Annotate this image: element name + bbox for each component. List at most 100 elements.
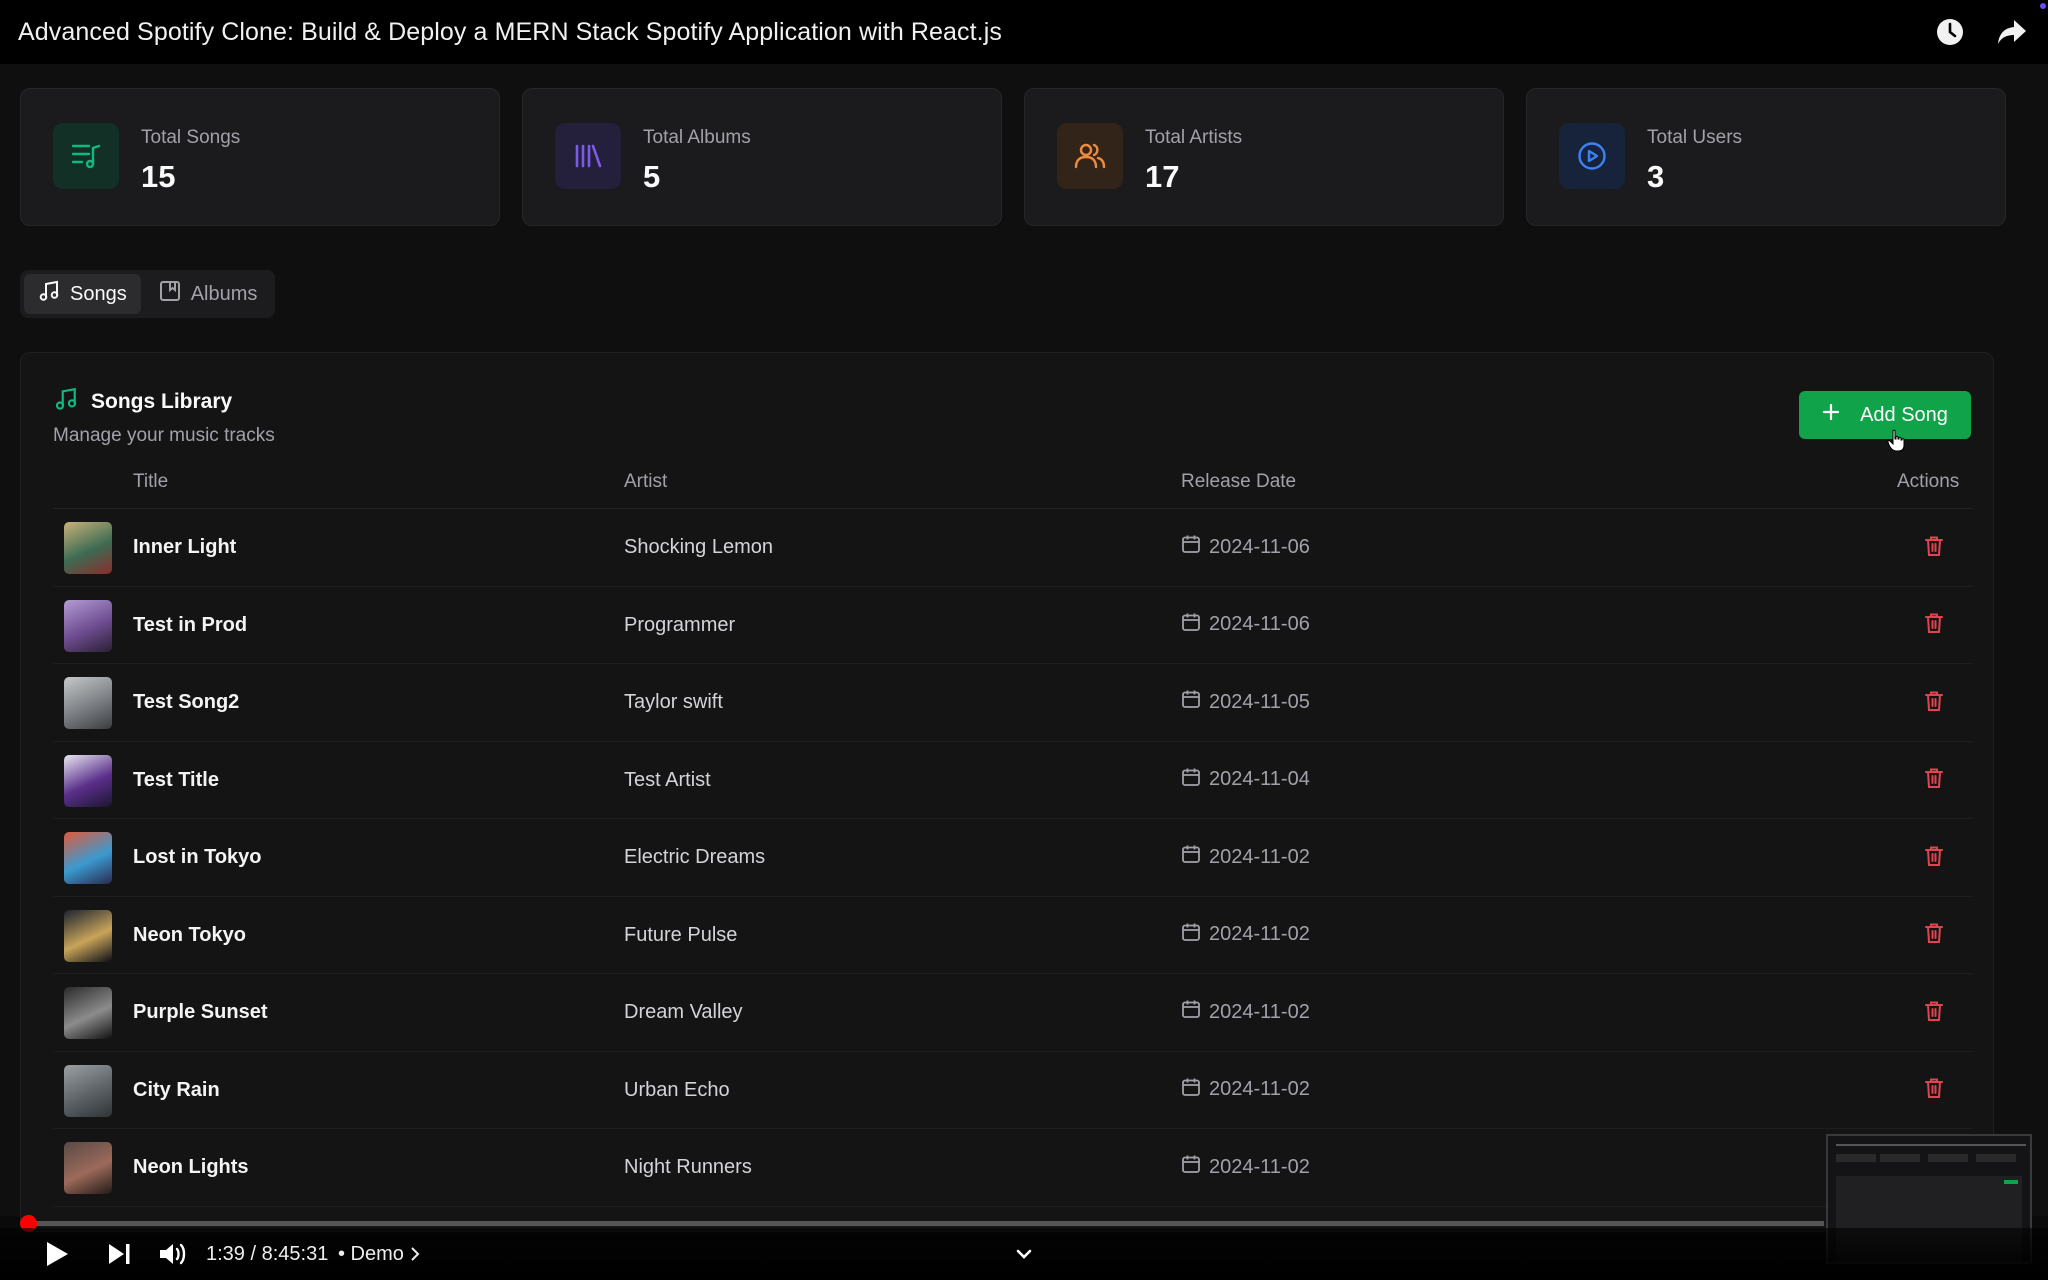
next-icon[interactable]	[106, 1238, 132, 1270]
song-title: Inner Light	[133, 536, 237, 558]
time-text: 1:39 / 8:45:31	[206, 1242, 329, 1265]
table-row[interactable]: Neon Tokyo Future Pulse 2024-11-02	[53, 897, 1973, 974]
song-title: City Rain	[133, 1078, 220, 1101]
release-date: 2024-11-06	[1181, 612, 1310, 638]
plus-icon	[1822, 403, 1840, 427]
stat-card-albums: Total Albums 5	[522, 88, 1002, 226]
notification-dot	[2040, 3, 2046, 9]
table-row[interactable]: City Rain Urban Echo 2024-11-02	[53, 1052, 1973, 1129]
calendar-icon	[1181, 534, 1201, 560]
release-date: 2024-11-04	[1181, 767, 1310, 793]
chevron-down-icon[interactable]	[1014, 1238, 1034, 1270]
library-title: Songs Library	[53, 387, 275, 417]
video-title-bar: Advanced Spotify Clone: Build & Deploy a…	[0, 0, 2048, 64]
column-artist[interactable]: Artist	[624, 471, 667, 493]
album-cover-image	[64, 1142, 112, 1194]
album-cover-image	[64, 909, 112, 962]
trash-icon	[1924, 1077, 1944, 1104]
trash-icon	[1924, 690, 1944, 717]
album-cover-image	[64, 832, 112, 884]
table-row[interactable]: Test Title Test Artist 2024-11-04	[53, 742, 1973, 819]
calendar-icon	[1181, 999, 1201, 1025]
song-title: Test Title	[133, 768, 219, 791]
delete-song-button[interactable]	[1922, 535, 1946, 561]
play-icon[interactable]	[44, 1238, 70, 1270]
stat-value: 3	[1647, 159, 1665, 194]
table-row[interactable]: Test in Prod Programmer 2024-11-06	[53, 587, 1973, 664]
release-date-text: 2024-11-05	[1209, 690, 1310, 713]
tab-label: Songs	[70, 282, 127, 305]
stat-value: 17	[1145, 159, 1180, 194]
stat-card-users: Total Users 3	[1526, 88, 2006, 226]
song-artist: Programmer	[624, 613, 736, 636]
stat-value: 15	[141, 159, 176, 194]
release-date-text: 2024-11-02	[1209, 845, 1310, 868]
stat-card-artists: Total Artists 17	[1024, 88, 1504, 226]
calendar-icon	[1181, 767, 1201, 793]
video-progress-bar[interactable]	[28, 1221, 1824, 1226]
tab-label: Albums	[190, 282, 258, 305]
calendar-icon	[1181, 1077, 1201, 1103]
share-icon[interactable]	[1994, 14, 2030, 50]
table-row[interactable]: Neon Lights Night Runners 2024-11-02	[53, 1129, 1973, 1207]
song-artist: Taylor swift	[624, 691, 723, 713]
song-title: Purple Sunset	[133, 1001, 268, 1023]
table-row[interactable]: Lost in Tokyo Electric Dreams 2024-11-02	[53, 819, 1973, 897]
hand-cursor-icon	[1887, 429, 1907, 458]
release-date: 2024-11-06	[1181, 534, 1310, 560]
table-row[interactable]: Purple Sunset Dream Valley 2024-11-02	[53, 974, 1973, 1052]
trash-icon	[1924, 612, 1944, 639]
stat-label: Total Songs	[141, 127, 241, 148]
delete-song-button[interactable]	[1922, 1000, 1946, 1026]
release-date-text: 2024-11-02	[1209, 1078, 1310, 1100]
song-title: Test Song2	[133, 691, 240, 713]
tab-albums[interactable]: Albums	[145, 274, 272, 314]
song-artist: Future Pulse	[624, 923, 738, 946]
song-artist: Night Runners	[624, 1156, 752, 1178]
play-circle-icon	[1559, 123, 1625, 189]
album-cover-image	[64, 522, 112, 574]
add-song-button[interactable]: Add Song	[1799, 391, 1971, 439]
song-artist: Test Artist	[624, 768, 711, 791]
column-release-date[interactable]: Release Date	[1181, 471, 1296, 493]
stat-label: Total Users	[1647, 127, 1743, 148]
album-cover-image	[64, 987, 112, 1039]
column-title[interactable]: Title	[133, 471, 168, 493]
song-artist: Urban Echo	[624, 1078, 730, 1101]
stat-value: 5	[643, 159, 661, 194]
release-date-text: 2024-11-06	[1209, 535, 1310, 558]
delete-song-button[interactable]	[1922, 690, 1946, 716]
release-date: 2024-11-02	[1181, 1154, 1310, 1180]
chapter-label: • Demo	[338, 1242, 404, 1265]
calendar-icon	[1181, 844, 1201, 870]
song-artist: Shocking Lemon	[624, 536, 773, 558]
calendar-icon	[1181, 689, 1201, 715]
calendar-icon	[1181, 1154, 1201, 1180]
list-music-icon	[53, 123, 119, 189]
admin-dashboard: Total Songs 15 Total Albums 5 Total Arti…	[0, 64, 2048, 1232]
chapter-button[interactable]: • Demo	[338, 1238, 420, 1270]
song-title: Neon Tokyo	[133, 923, 246, 946]
album-cover-image	[64, 754, 112, 807]
release-date-text: 2024-11-02	[1209, 923, 1310, 945]
release-date: 2024-11-02	[1181, 844, 1310, 870]
trash-icon	[1924, 535, 1944, 562]
video-title[interactable]: Advanced Spotify Clone: Build & Deploy a…	[18, 18, 1002, 47]
content-tabs: Songs Albums	[20, 270, 276, 318]
delete-song-button[interactable]	[1922, 845, 1946, 871]
calendar-icon	[1181, 922, 1201, 948]
delete-song-button[interactable]	[1922, 923, 1946, 949]
table-row[interactable]: Test Song2 Taylor swift 2024-11-05	[53, 664, 1973, 742]
music-icon	[53, 387, 79, 417]
release-date: 2024-11-02	[1181, 922, 1310, 948]
table-row[interactable]: Inner Light Shocking Lemon 2024-11-06	[53, 509, 1973, 587]
video-controls: 1:39 / 8:45:31 • Demo	[0, 1228, 2048, 1280]
library-icon	[555, 123, 621, 189]
delete-song-button[interactable]	[1922, 768, 1946, 794]
delete-song-button[interactable]	[1922, 1078, 1946, 1104]
tab-songs[interactable]: Songs	[24, 274, 141, 314]
volume-icon[interactable]	[158, 1238, 188, 1270]
delete-song-button[interactable]	[1922, 613, 1946, 639]
watch-later-icon[interactable]	[1932, 14, 1968, 50]
trash-icon	[1924, 767, 1944, 794]
